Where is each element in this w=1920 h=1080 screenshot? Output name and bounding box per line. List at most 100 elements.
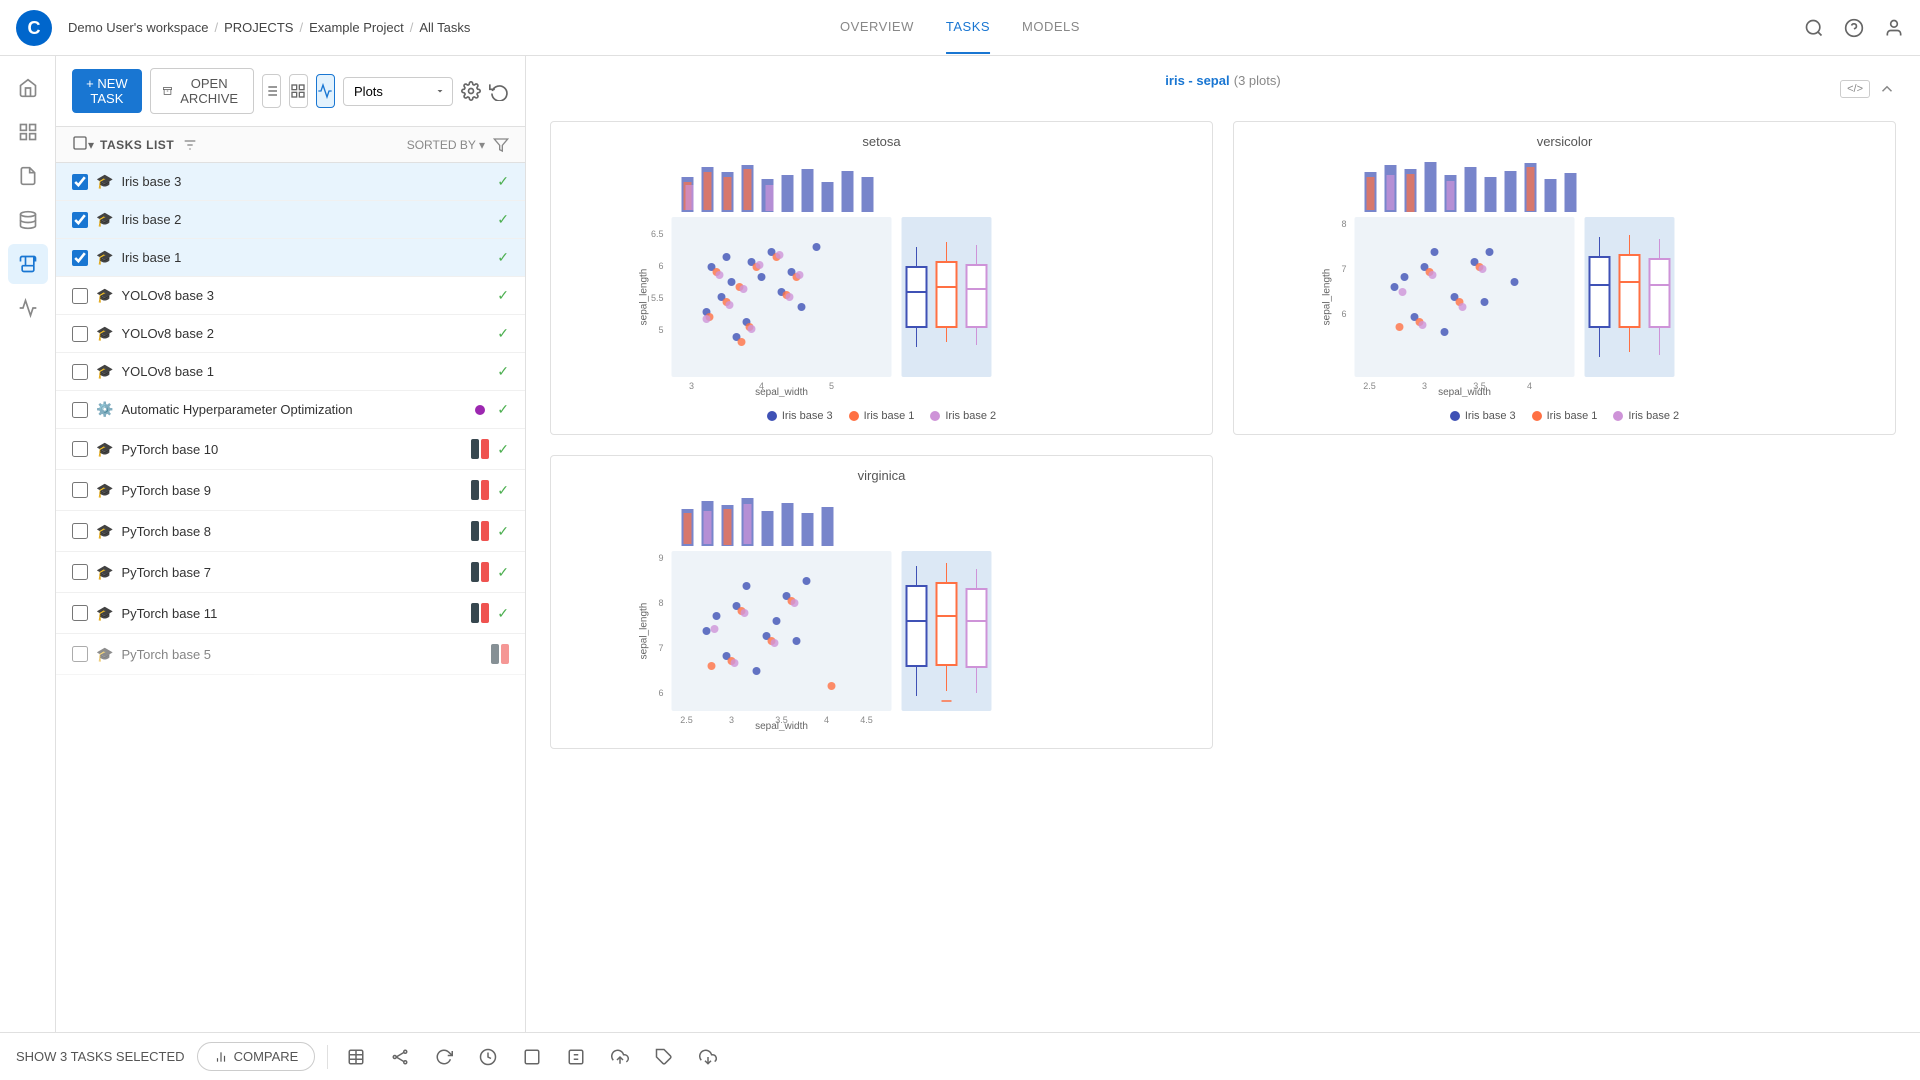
tab-overview[interactable]: OVERVIEW [840,1,914,54]
main-content: + NEW TASK OPEN ARCHIVE [56,56,1920,1032]
sidebar-home[interactable] [8,68,48,108]
task-item-iris-base-3[interactable]: 🎓 Iris base 3 ✓ [56,163,525,201]
task-item-pytorch-base-8[interactable]: 🎓 PyTorch base 8 ✓ [56,511,525,552]
open-archive-button[interactable]: OPEN ARCHIVE [150,68,254,114]
svg-text:2.5: 2.5 [1363,381,1376,391]
search-icon[interactable] [1804,18,1824,38]
stop-action[interactable] [516,1041,548,1073]
sidebar-projects[interactable] [8,112,48,152]
task-checkbox-pytorch-partial[interactable] [72,646,88,662]
tag-action[interactable] [648,1041,680,1073]
task-name: PyTorch base 8 [121,524,463,539]
chart-view-button[interactable] [316,74,335,108]
nav-tabs: OVERVIEW TASKS MODELS [840,1,1080,54]
legend-iris-base-1-v: Iris base 1 [1532,410,1598,422]
legend-dot [849,411,859,421]
task-item-iris-base-2[interactable]: 🎓 Iris base 2 ✓ [56,201,525,239]
task-checkbox-iris-base-3[interactable] [72,174,88,190]
svg-text:8: 8 [658,598,663,608]
logo-icon: C [16,10,52,46]
task-type-icon: 🎓 [96,646,113,663]
task-item-pytorch-base-partial[interactable]: 🎓 PyTorch base 5 [56,634,525,675]
task-checkbox-pytorch-8[interactable] [72,523,88,539]
sidebar-datasets[interactable] [8,200,48,240]
table-icon [347,1048,365,1066]
grid-view-button[interactable] [289,74,308,108]
task-item-pytorch-base-10[interactable]: 🎓 PyTorch base 10 ✓ [56,429,525,470]
grid-icon [290,83,306,99]
task-checkbox-pytorch-10[interactable] [72,441,88,457]
filter-icon[interactable] [493,137,509,153]
plot-virginica: virginica [550,455,1213,749]
plots-container: iris - sepal (3 plots) </> setosa [526,56,1920,765]
breadcrumb-projects[interactable]: PROJECTS [224,20,293,35]
task-item-yolov8-base-3[interactable]: 🎓 YOLOv8 base 3 ✓ [56,277,525,315]
task-item-hpo[interactable]: ⚙️ Automatic Hyperparameter Optimization… [56,391,525,429]
upload-icon [611,1048,629,1066]
collapse-button[interactable] [72,135,88,154]
dag-action[interactable] [384,1041,416,1073]
refresh-action[interactable] [428,1041,460,1073]
task-checkbox-yolov8-base-1[interactable] [72,364,88,380]
breadcrumb-workspace[interactable]: Demo User's workspace [68,20,208,35]
task-item-pytorch-base-9[interactable]: 🎓 PyTorch base 9 ✓ [56,470,525,511]
svg-text:3: 3 [1422,381,1427,391]
compare-button[interactable]: COMPARE [197,1042,316,1071]
svg-text:4: 4 [1527,381,1532,391]
tasks-list-header: ▾ TASKS LIST SORTED BY ▾ [56,127,525,163]
task-item-pytorch-base-11[interactable]: 🎓 PyTorch base 11 ✓ [56,593,525,634]
task-checkbox-iris-base-2[interactable] [72,212,88,228]
task-checkbox-pytorch-11[interactable] [72,605,88,621]
table-view-action[interactable] [340,1041,372,1073]
task-checkbox-pytorch-9[interactable] [72,482,88,498]
task-item-yolov8-base-2[interactable]: 🎓 YOLOv8 base 2 ✓ [56,315,525,353]
status-dual [471,480,489,500]
new-task-button[interactable]: + NEW TASK [72,69,142,113]
task-type-icon: 🎓 [96,173,113,190]
plots-select[interactable]: Plots [343,77,453,106]
svg-text:2.5: 2.5 [680,715,693,725]
sorted-by[interactable]: SORTED BY ▾ [407,138,485,152]
status-dual [491,644,509,664]
settings-icon[interactable] [461,81,481,101]
sidebar-reports[interactable] [8,156,48,196]
task-name: PyTorch base 7 [121,565,463,580]
tab-tasks[interactable]: TASKS [946,1,990,54]
upload-action[interactable] [604,1041,636,1073]
task-item-iris-base-1[interactable]: 🎓 Iris base 1 ✓ [56,239,525,277]
task-checkbox-pytorch-7[interactable] [72,564,88,580]
tag-icon [655,1048,673,1066]
filter-config-icon[interactable] [182,137,198,153]
sidebar-experiments[interactable] [8,244,48,284]
task-name: PyTorch base 9 [121,483,463,498]
task-item-yolov8-base-1[interactable]: 🎓 YOLOv8 base 1 ✓ [56,353,525,391]
breadcrumb-project[interactable]: Example Project [309,20,404,35]
task-checkbox-iris-base-1[interactable] [72,250,88,266]
svg-text:7: 7 [658,643,663,653]
collapse-plots-icon[interactable] [1878,80,1896,98]
archive-icon [163,84,172,98]
task-item-pytorch-base-7[interactable]: 🎓 PyTorch base 7 ✓ [56,552,525,593]
task-checkbox-yolov8-base-3[interactable] [72,288,88,304]
breadcrumb-tasks[interactable]: All Tasks [419,20,470,35]
embed-button[interactable]: </> [1840,80,1870,98]
plot-versicolor: versicolor [1233,121,1896,435]
refresh-icon[interactable] [489,81,509,101]
task-checkbox-yolov8-base-2[interactable] [72,326,88,342]
section-title: iris - sepal (3 plots) [1165,72,1280,89]
sidebar-pipelines[interactable] [8,288,48,328]
legend-iris-base-3-v: Iris base 3 [1450,410,1516,422]
plot-legend-setosa: Iris base 3 Iris base 1 Iris base 2 [563,410,1200,422]
list-view-button[interactable] [262,74,281,108]
svg-text:6.5: 6.5 [651,229,664,239]
move-action[interactable] [692,1041,724,1073]
history-action[interactable] [472,1041,504,1073]
legend-dot [930,411,940,421]
plot-setosa: setosa [550,121,1213,435]
task-checkbox-hpo[interactable] [72,402,88,418]
user-icon[interactable] [1884,18,1904,38]
script-action[interactable] [560,1041,592,1073]
tab-models[interactable]: MODELS [1022,1,1080,54]
help-icon[interactable] [1844,18,1864,38]
task-type-icon: 🎓 [96,482,113,499]
